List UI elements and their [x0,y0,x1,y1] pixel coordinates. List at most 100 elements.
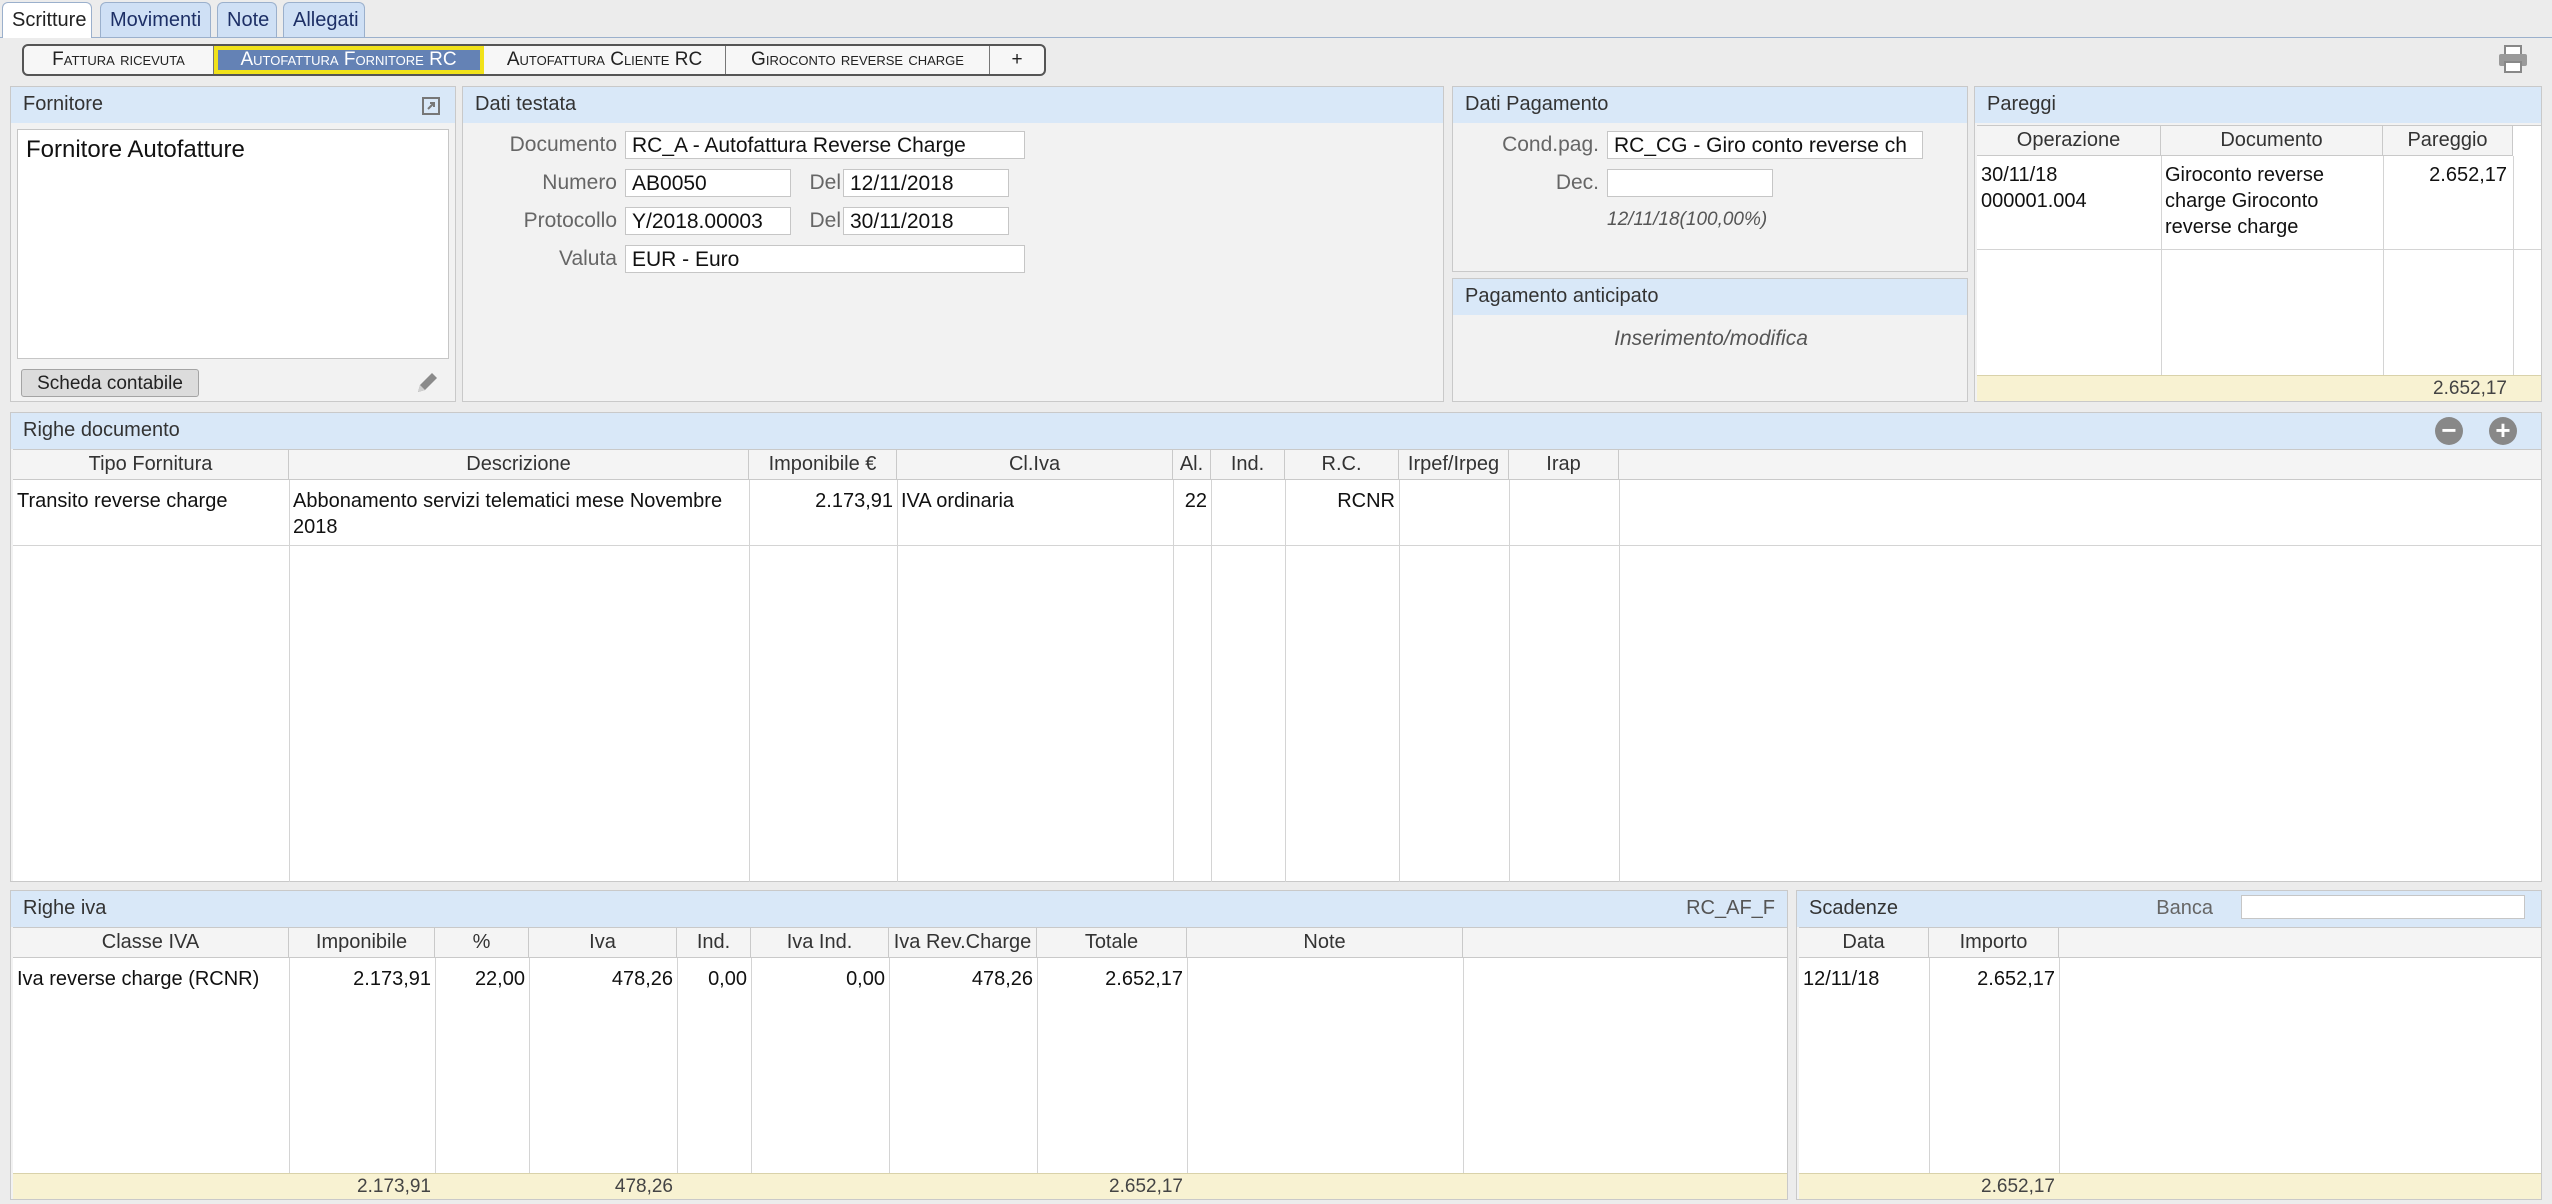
iva-totale-cell: 2.652,17 [1105,968,1183,990]
col-rc: R.C. [1285,450,1399,480]
inserimento-modifica-link[interactable]: Inserimento/modifica [1453,327,1969,351]
dec-field[interactable] [1607,169,1773,197]
iva-classe-cell: Iva reverse charge (RCNR) [17,968,260,990]
pareggi-table: Operazione Documento Pareggio 30/11/18 0… [1977,125,2541,376]
table-row[interactable]: 12/11/18 2.652,17 [1799,958,2541,998]
iva-ind-cell: 0,00 [708,968,747,990]
iva-imponibile-cell: 2.173,91 [353,968,431,990]
col-tipo-fornitura: Tipo Fornitura [13,450,289,480]
fornitore-panel: Fornitore Fornitore Autofatture Scheda c… [10,86,456,402]
fornitore-title: Fornitore [11,87,455,123]
tab-allegati[interactable]: Allegati [283,2,365,37]
iva-col-classe: Classe IVA [13,928,289,958]
table-row[interactable]: 30/11/18 000001.004 Giroconto reverse ch… [1977,156,2541,250]
iva-total-totale: 2.652,17 [1109,1176,1183,1197]
pareggi-title: Pareggi [1975,87,2541,123]
fornitore-name: Fornitore Autofatture [26,136,245,163]
segment-add[interactable]: + [990,46,1044,74]
rc-cell: RCNR [1337,490,1395,512]
righe-iva-code: RC_AF_F [1686,897,1775,919]
plus-circle-icon[interactable]: + [2489,417,2517,445]
banca-label: Banca [2156,897,2213,919]
segment-autofattura-fornitore-rc[interactable]: Autofattura Fornitore RC [214,46,484,74]
protocollo-field[interactable]: Y/2018.00003 [625,207,791,235]
iva-iva-rev-cell: 478,26 [971,968,1033,990]
cond-pag-field[interactable]: RC_CG - Giro conto reverse ch [1607,131,1923,159]
scadenze-table: Data Importo 12/11/18 2.652,17 [1799,927,2541,1174]
pareggi-col-documento: Documento [2161,126,2383,156]
numero-del-field[interactable]: 12/11/2018 [843,169,1009,197]
righe-documento-title: Righe documento [11,413,2541,449]
righe-iva-panel: Righe iva RC_AF_F Classe IVA Imponibile … [10,890,1788,1200]
col-ind: Ind. [1211,450,1285,480]
cond-pag-label: Cond.pag. [1502,133,1599,156]
pareggi-col-operazione: Operazione [1977,126,2161,156]
numero-label: Numero [542,171,617,194]
cl-iva-cell: IVA ordinaria [901,490,1015,512]
printer-icon[interactable] [2497,44,2529,74]
pareggi-footer: 2.652,17 [1977,375,2541,401]
iva-total-iva: 478,26 [614,1176,673,1197]
pareggi-panel: Pareggi Operazione Documento Pareggio 30… [1974,86,2542,402]
iva-col-ind: Ind. [677,928,751,958]
document-type-segmented-control: Fattura ricevuta Autofattura Fornitore R… [22,44,1046,76]
pagamento-info: 12/11/18(100,00%) [1607,209,1768,230]
segment-fattura-ricevuta[interactable]: Fattura ricevuta [24,46,214,74]
righe-iva-footer: 2.173,91 478,26 2.652,17 [13,1173,1787,1199]
scadenze-total: 2.652,17 [1981,1176,2055,1197]
pareggi-documento-cell: Giroconto reverse charge Giroconto rever… [2165,164,2324,238]
table-row[interactable]: Transito reverse charge Abbonamento serv… [13,480,2541,546]
dati-testata-panel: Dati testata Documento RC_A - Autofattur… [462,86,1444,402]
pagamento-anticipato-title: Pagamento anticipato [1453,279,1967,315]
dati-pagamento-title: Dati Pagamento [1453,87,1967,123]
col-irap: Irap [1509,450,1619,480]
expand-icon[interactable] [421,96,441,116]
dec-label: Dec. [1555,171,1599,194]
tab-movimenti[interactable]: Movimenti [100,2,211,37]
minus-circle-icon[interactable]: − [2435,417,2463,445]
scadenze-panel: Scadenze Banca Data Importo 12/11/18 2.6… [1796,890,2542,1200]
iva-col-imponibile: Imponibile [289,928,435,958]
valuta-field[interactable]: EUR - Euro [625,245,1025,273]
pencil-icon[interactable] [413,369,441,397]
col-cl-iva: Cl.Iva [897,450,1173,480]
tipo-fornitura-cell: Transito reverse charge [17,490,228,512]
pareggi-pareggio-cell: 2.652,17 [2429,164,2507,186]
table-row[interactable]: Iva reverse charge (RCNR) 2.173,91 22,00… [13,958,1787,998]
scadenza-importo-cell: 2.652,17 [1977,968,2055,990]
tab-note[interactable]: Note [217,2,277,37]
documento-label: Documento [509,133,617,156]
col-al: Al. [1173,450,1211,480]
documento-field[interactable]: RC_A - Autofattura Reverse Charge [625,131,1025,159]
righe-iva-title: Righe iva [11,891,1787,927]
scadenza-data-cell: 12/11/18 [1803,968,1880,990]
valuta-label: Valuta [559,247,617,270]
col-empty [1619,450,2541,480]
protocollo-del-field[interactable]: 30/11/2018 [843,207,1009,235]
iva-iva-cell: 478,26 [611,968,673,990]
numero-field[interactable]: AB0050 [625,169,791,197]
iva-col-note: Note [1187,928,1463,958]
tab-scritture[interactable]: Scritture [2,2,92,38]
scadenze-col-importo: Importo [1929,928,2059,958]
iva-total-imponibile: 2.173,91 [357,1176,431,1197]
scadenze-col-empty [2059,928,2541,958]
segment-autofattura-cliente-rc[interactable]: Autofattura Cliente RC [484,46,726,74]
scadenze-footer: 2.652,17 [1799,1173,2541,1199]
protocollo-label: Protocollo [523,209,617,232]
righe-documento-panel: Righe documento − + Tipo Fornitura Descr… [10,412,2542,882]
scadenze-col-data: Data [1799,928,1929,958]
segment-giroconto-reverse-charge[interactable]: Giroconto reverse charge [726,46,990,74]
pagamento-anticipato-panel: Pagamento anticipato Inserimento/modific… [1452,278,1968,402]
righe-documento-table: Tipo Fornitura Descrizione Imponibile € … [13,449,2541,882]
fornitore-name-box[interactable]: Fornitore Autofatture [17,129,449,359]
righe-iva-table: Classe IVA Imponibile % Iva Ind. Iva Ind… [13,927,1787,1174]
pareggi-operazione-cell: 30/11/18 000001.004 [1981,164,2087,212]
pareggi-col-pareggio: Pareggio [2383,126,2513,156]
top-tab-bar [0,0,2552,38]
iva-col-iva-rev: Iva Rev.Charge [889,928,1037,958]
iva-col-perc: % [435,928,529,958]
scheda-contabile-button[interactable]: Scheda contabile [21,369,199,397]
banca-field[interactable] [2241,895,2525,919]
imponibile-cell: 2.173,91 [815,490,893,512]
